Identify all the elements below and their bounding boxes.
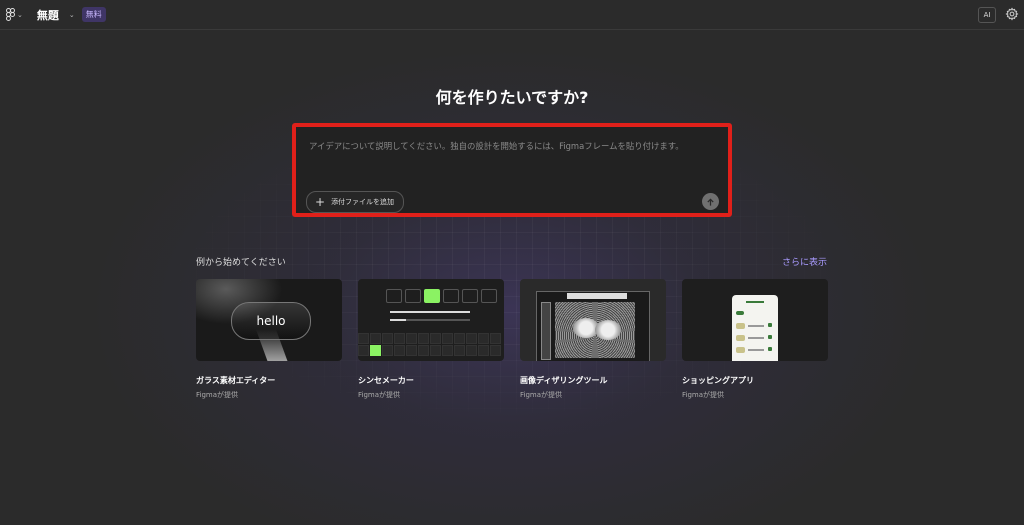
phone-mockup: [732, 295, 778, 361]
synth-pad: [442, 333, 453, 344]
synth-slider: [390, 319, 470, 321]
phone-product-row: [736, 347, 774, 355]
add-attachment-button[interactable]: + 添付ファイルを追加: [306, 191, 405, 213]
card-thumbnail: [682, 279, 828, 361]
card-subtitle: Figmaが提供: [196, 391, 239, 399]
card-title: シンセメーカー: [358, 376, 414, 385]
figma-menu-button[interactable]: ⌄: [6, 8, 23, 21]
synth-pad: [466, 345, 477, 356]
synth-slider: [390, 311, 470, 313]
arrow-up-icon: [706, 192, 715, 211]
example-card-image-dither[interactable]: 画像ディザリングツール Figmaが提供: [520, 279, 666, 400]
page-heading: 何を作りたいですか?: [435, 88, 589, 107]
card-title: 画像ディザリングツール: [520, 376, 608, 385]
synth-pad: [406, 345, 417, 356]
plus-icon: +: [315, 195, 326, 209]
synth-pad: [370, 333, 381, 344]
synth-pad: [454, 345, 465, 356]
synth-pad: [442, 345, 453, 356]
card-subtitle: Figmaが提供: [682, 391, 725, 399]
card-title: ガラス素材エディター: [196, 376, 276, 385]
phone-product-row: [736, 335, 774, 343]
title-chevron-down-icon[interactable]: ⌄: [69, 11, 75, 19]
synth-tab: [462, 289, 478, 303]
synth-pad: [406, 333, 417, 344]
prompt-placeholder[interactable]: アイデアについて説明してください。独自の設計を開始するには、Figmaフレームを…: [309, 140, 684, 152]
example-card-synth-maker[interactable]: シンセメーカー Figmaが提供: [358, 279, 504, 400]
card-subtitle: Figmaが提供: [520, 391, 563, 399]
synth-tab: [405, 289, 421, 303]
figma-logo-icon: [6, 8, 15, 21]
show-more-link[interactable]: さらに表示: [782, 255, 827, 268]
synth-pad: [430, 333, 441, 344]
send-button[interactable]: [702, 193, 719, 210]
card-title: ショッピングアプリ: [682, 376, 754, 385]
dither-control-bar: [541, 302, 551, 360]
card-thumbnail: [358, 279, 504, 361]
plan-badge: 無料: [81, 7, 106, 22]
synth-pad: [418, 345, 429, 356]
glass-pill: hello: [231, 302, 311, 340]
add-attachment-label: 添付ファイルを追加: [331, 198, 395, 206]
synth-pad-grid: [358, 333, 501, 356]
phone-product-row: [736, 323, 774, 331]
synth-pad: [430, 345, 441, 356]
card-thumbnail: [520, 279, 666, 361]
sheep-image: [595, 320, 621, 340]
synth-pad: [466, 333, 477, 344]
synth-tabs: [386, 289, 497, 303]
synth-tab-active: [424, 289, 440, 303]
synth-pad: [370, 345, 381, 356]
card-thumbnail: hello: [196, 279, 342, 361]
synth-pad: [382, 333, 393, 344]
synth-tab: [481, 289, 497, 303]
synth-pad: [478, 333, 489, 344]
prompt-input-box[interactable]: アイデアについて説明してください。独自の設計を開始するには、Figmaフレームを…: [292, 123, 732, 217]
dither-window: [536, 291, 650, 361]
ai-button[interactable]: AI: [978, 7, 996, 23]
examples-section-title: 例から始めてください: [196, 258, 286, 268]
dither-title-bar: [567, 293, 627, 299]
synth-pad: [394, 345, 405, 356]
chevron-down-icon: ⌄: [17, 10, 23, 19]
synth-pad: [382, 345, 393, 356]
synth-tab: [386, 289, 402, 303]
synth-pad: [358, 345, 369, 356]
synth-pad: [490, 345, 501, 356]
synth-pad: [394, 333, 405, 344]
synth-pad: [418, 333, 429, 344]
gear-icon[interactable]: [1005, 6, 1019, 25]
top-bar: ⌄ 無題 ⌄ 無料 AI: [0, 0, 1024, 30]
example-card-shopping-app[interactable]: ショッピングアプリ Figmaが提供: [682, 279, 828, 400]
dither-image: [555, 302, 635, 358]
synth-pad: [454, 333, 465, 344]
phone-header: [736, 299, 774, 307]
card-subtitle: Figmaが提供: [358, 391, 401, 399]
synth-pad: [490, 333, 501, 344]
synth-pad: [358, 333, 369, 344]
example-card-glass-editor[interactable]: hello ガラス素材エディター Figmaが提供: [196, 279, 342, 400]
synth-pad: [478, 345, 489, 356]
file-title[interactable]: 無題: [37, 7, 59, 23]
phone-chip-row: [736, 311, 774, 319]
synth-tab: [443, 289, 459, 303]
